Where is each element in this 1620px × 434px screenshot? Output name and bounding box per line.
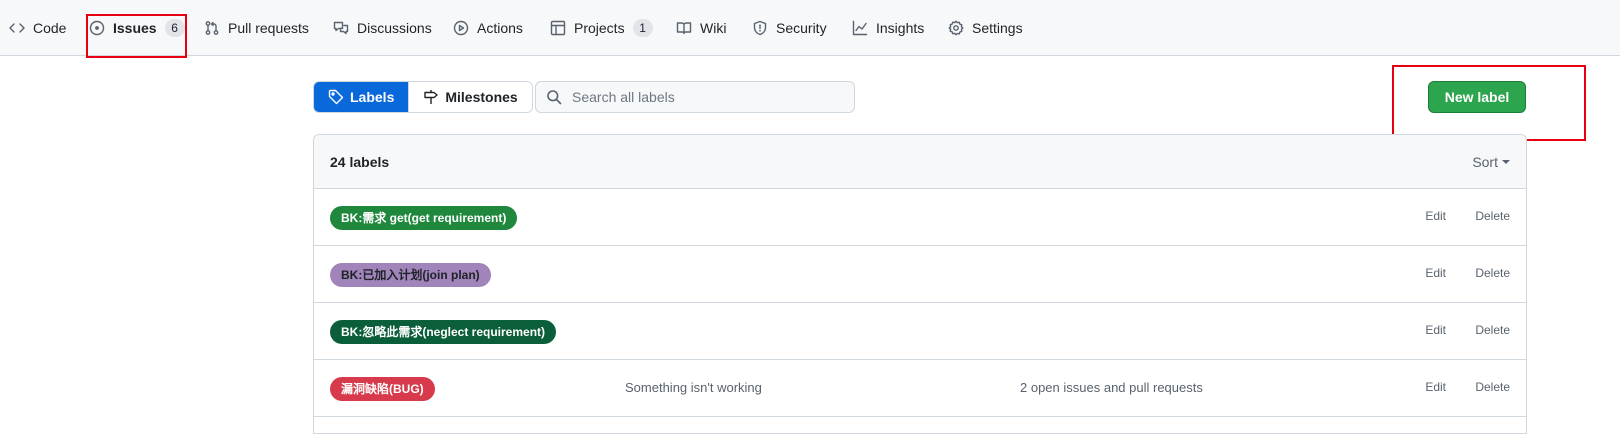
milestones-tab[interactable]: Milestones bbox=[408, 82, 532, 112]
labels-count: 24 labels bbox=[330, 153, 390, 170]
tab-projects-label: Projects bbox=[574, 20, 625, 36]
edit-label-button[interactable]: Edit bbox=[1425, 380, 1446, 394]
table-icon bbox=[550, 20, 566, 36]
tab-issues-label: Issues bbox=[113, 20, 157, 36]
delete-label-button[interactable]: Delete bbox=[1475, 266, 1510, 280]
tab-projects[interactable]: Projects 1 bbox=[550, 0, 653, 56]
label-description: Something isn't working bbox=[625, 380, 762, 395]
sort-dropdown[interactable]: Sort bbox=[1472, 154, 1510, 170]
edit-label-button[interactable]: Edit bbox=[1425, 209, 1446, 223]
labels-milestones-toggle: Labels Milestones bbox=[313, 81, 533, 113]
milestones-tab-label: Milestones bbox=[445, 89, 518, 105]
label-pill[interactable]: 漏洞缺陷(BUG) bbox=[330, 377, 435, 401]
issue-opened-icon bbox=[89, 20, 105, 36]
labels-list: 24 labels Sort BK:需求 get(get requirement… bbox=[313, 134, 1527, 434]
tab-discussions[interactable]: Discussions bbox=[333, 0, 432, 56]
tab-insights[interactable]: Insights bbox=[852, 0, 924, 56]
tab-security[interactable]: Security bbox=[752, 0, 827, 56]
label-row: 漏洞缺陷(BUG) Something isn't working 2 open i… bbox=[314, 360, 1526, 417]
edit-label-button[interactable]: Edit bbox=[1425, 323, 1446, 337]
label-pill[interactable]: BK:需求 get(get requirement) bbox=[330, 206, 518, 230]
tab-code-label: Code bbox=[33, 20, 67, 36]
edit-label-button[interactable]: Edit bbox=[1425, 266, 1446, 280]
search-labels-input[interactable] bbox=[570, 88, 844, 106]
label-row: BK:忽略此需求(neglect requirement) Edit Delete bbox=[314, 303, 1526, 360]
tab-issues[interactable]: Issues 6 bbox=[89, 0, 185, 56]
tab-security-label: Security bbox=[776, 20, 827, 36]
label-open-issues-link[interactable]: 2 open issues and pull requests bbox=[1020, 380, 1203, 395]
label-row: BK:需求 get(get requirement) Edit Delete bbox=[314, 189, 1526, 246]
projects-counter: 1 bbox=[632, 19, 653, 37]
graph-icon bbox=[852, 20, 868, 36]
delete-label-button[interactable]: Delete bbox=[1475, 380, 1510, 394]
labels-list-header: 24 labels Sort bbox=[314, 135, 1526, 189]
tab-pull-requests-label: Pull requests bbox=[228, 20, 309, 36]
new-label-button[interactable]: New label bbox=[1428, 81, 1526, 113]
labels-tab[interactable]: Labels bbox=[314, 82, 409, 112]
label-rows: BK:需求 get(get requirement) Edit Delete BK:已… bbox=[314, 189, 1526, 417]
tab-settings[interactable]: Settings bbox=[948, 0, 1023, 56]
repo-nav: Code Issues 6 Pull requests Discussions … bbox=[0, 0, 1620, 56]
tab-actions-label: Actions bbox=[477, 20, 523, 36]
tab-wiki-label: Wiki bbox=[700, 20, 727, 36]
tab-actions[interactable]: Actions bbox=[453, 0, 523, 56]
code-icon bbox=[9, 23, 25, 33]
delete-label-button[interactable]: Delete bbox=[1475, 323, 1510, 337]
search-labels-box bbox=[535, 81, 855, 113]
comment-discussion-icon bbox=[333, 21, 349, 35]
milestone-icon bbox=[424, 90, 439, 104]
search-icon bbox=[547, 90, 562, 105]
label-row: BK:已加入计划(join plan) Edit Delete bbox=[314, 246, 1526, 303]
tab-discussions-label: Discussions bbox=[357, 20, 432, 36]
tab-settings-label: Settings bbox=[972, 20, 1023, 36]
shield-icon bbox=[753, 20, 767, 36]
tag-icon bbox=[328, 89, 344, 105]
labels-tab-label: Labels bbox=[350, 89, 395, 105]
sort-label: Sort bbox=[1472, 153, 1498, 170]
label-pill[interactable]: BK:忽略此需求(neglect requirement) bbox=[330, 320, 557, 344]
git-pull-request-icon bbox=[205, 21, 219, 35]
tab-code[interactable]: Code bbox=[9, 0, 66, 56]
tab-pull-requests[interactable]: Pull requests bbox=[204, 0, 309, 56]
book-icon bbox=[676, 22, 692, 35]
gear-icon bbox=[948, 20, 964, 36]
caret-down-icon bbox=[1502, 159, 1510, 164]
play-icon bbox=[453, 20, 469, 36]
issues-counter: 6 bbox=[164, 19, 185, 37]
tab-wiki[interactable]: Wiki bbox=[676, 0, 726, 56]
tab-insights-label: Insights bbox=[876, 20, 925, 36]
delete-label-button[interactable]: Delete bbox=[1475, 209, 1510, 223]
label-pill[interactable]: BK:已加入计划(join plan) bbox=[330, 263, 491, 287]
